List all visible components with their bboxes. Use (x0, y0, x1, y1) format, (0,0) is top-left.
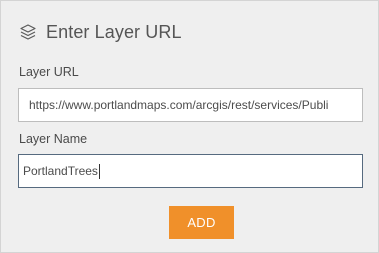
layer-url-input[interactable]: https://www.portlandmaps.com/arcgis/rest… (18, 88, 363, 122)
layer-url-value: https://www.portlandmaps.com/arcgis/rest… (29, 98, 329, 112)
layers-icon (19, 23, 37, 41)
layer-url-label: Layer URL (19, 65, 79, 79)
layer-name-input[interactable]: PortlandTrees (18, 154, 363, 188)
layer-name-value: PortlandTrees (23, 164, 98, 178)
text-cursor (98, 163, 100, 179)
add-button[interactable]: ADD (169, 206, 234, 239)
panel-header: Enter Layer URL (19, 19, 182, 45)
enter-layer-url-panel: Enter Layer URL Layer URL https://www.po… (0, 0, 379, 253)
layer-name-label: Layer Name (19, 132, 88, 146)
page-title: Enter Layer URL (46, 21, 182, 42)
